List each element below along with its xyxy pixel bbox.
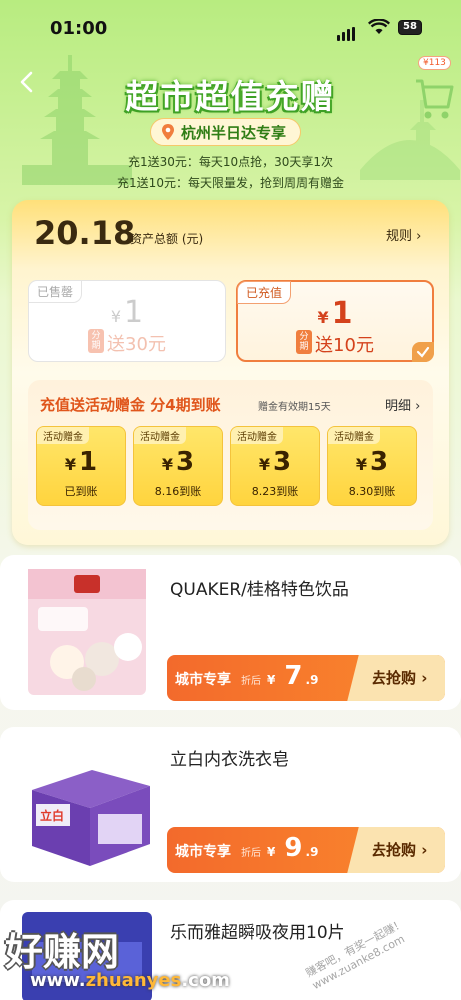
page-title: 超市超值充赠	[125, 77, 336, 116]
cart-price-badge: ¥113	[418, 56, 451, 70]
bonus-card-date: 8.23到账	[251, 485, 299, 498]
rules-link[interactable]: 规则 ›	[386, 225, 421, 244]
status-time: 01:00	[50, 18, 108, 39]
product-name: QUAKER/桂格特色饮品	[170, 580, 349, 600]
watermark-logo: 好赚网	[5, 930, 120, 974]
bonus-card: 活动赠金 ¥3 8.16到账	[133, 426, 223, 506]
recharge-option-selected[interactable]: 已充值 ¥1 分期 送10元	[236, 280, 434, 362]
location-pill: 杭州半日达专享	[150, 118, 302, 146]
bonus-card-amount: ¥1	[64, 447, 98, 477]
bonus-detail-link[interactable]: 明细 ›	[385, 395, 420, 414]
discount-label: 折后	[241, 676, 261, 687]
city-exclusive-label: 城市专享	[175, 844, 231, 860]
selected-check-icon	[412, 342, 434, 362]
bonus-panel-title: 充值送活动赠金 分4期到账	[40, 396, 221, 414]
bonus-card: 活动赠金 ¥3 8.30到账	[327, 426, 417, 506]
option-gift: 分期 送30元	[29, 329, 225, 356]
option-gift: 分期 送10元	[238, 330, 432, 357]
discount-label: 折后	[241, 848, 261, 859]
city-exclusive-label: 城市专享	[175, 672, 231, 688]
bonus-card-tag: 活动赠金	[328, 427, 380, 444]
total-assets-amount: 20.18	[34, 214, 136, 252]
product-card[interactable]: 立白 立白内衣洗衣皂 城市专享 折后 ¥ 9.9 去抢购 ›	[0, 727, 461, 882]
recharge-card: 20.18 资产总额 (元) 规则 › 已售罄 ¥1 分期 送30元 已充值 ¥1…	[12, 200, 449, 545]
bonus-card-amount: ¥3	[161, 447, 195, 477]
location-pin-icon	[162, 124, 174, 140]
option-price: ¥1	[317, 296, 353, 331]
option-price: ¥1	[110, 295, 144, 330]
bonus-card: 活动赠金 ¥1 已到账	[36, 426, 126, 506]
cellular-signal-icon	[337, 22, 357, 41]
product-card[interactable]: QUAKER/桂格特色饮品 城市专享 折后 ¥ 7.9 去抢购 ›	[0, 555, 461, 710]
product-name: 乐而雅超瞬吸夜用10片	[170, 923, 345, 943]
bonus-card-date: 8.30到账	[348, 485, 396, 498]
bonus-card-amount: ¥3	[355, 447, 389, 477]
product-image-oat-drink	[28, 569, 146, 695]
battery-icon: 58	[398, 20, 422, 35]
site-watermark: 好赚网 www.zhuanyes.com 赚客吧，有奖一起赚！www.zuank…	[0, 917, 461, 1000]
watermark-url: www.zhuanyes.com	[30, 970, 230, 991]
bonus-card-tag: 活动赠金	[134, 427, 186, 444]
bonus-card-amount: ¥3	[258, 447, 292, 477]
product-image-laundry-soap: 立白	[32, 770, 150, 866]
grab-button[interactable]: 去抢购 ›	[363, 655, 445, 701]
product-price: ¥ 9.9	[267, 833, 319, 863]
total-assets-label: 资产总额 (元)	[130, 232, 204, 246]
location-label: 杭州半日达专享	[181, 123, 287, 142]
promo-line: 充1送10元：每天限量发，抢到周周有赠金	[117, 176, 344, 190]
bonus-card-tag: 活动赠金	[231, 427, 283, 444]
svg-text:立白: 立白	[40, 808, 64, 823]
product-name: 立白内衣洗衣皂	[170, 750, 289, 770]
bonus-installment-panel: 充值送活动赠金 分4期到账 赠金有效期15天 明细 › 活动赠金 ¥1 已到账 …	[28, 380, 433, 530]
bonus-card-date: 已到账	[64, 485, 98, 498]
bonus-validity-note: 赠金有效期15天	[258, 402, 331, 413]
buy-bar[interactable]: 城市专享 折后 ¥ 9.9 去抢购 ›	[167, 827, 445, 873]
installment-tag: 分期	[296, 330, 313, 354]
bonus-card: 活动赠金 ¥3 8.23到账	[230, 426, 320, 506]
buy-bar[interactable]: 城市专享 折后 ¥ 7.9 去抢购 ›	[167, 655, 445, 701]
recharge-option-sold-out[interactable]: 已售罄 ¥1 分期 送30元	[28, 280, 226, 362]
wifi-icon	[368, 19, 390, 34]
promo-line: 充1送30元：每天10点抢，30天享1次	[127, 155, 334, 169]
installment-tag: 分期	[88, 329, 105, 353]
grab-button[interactable]: 去抢购 ›	[363, 827, 445, 873]
product-price: ¥ 7.9	[267, 661, 319, 691]
bonus-card-tag: 活动赠金	[37, 427, 89, 444]
bonus-card-date: 8.16到账	[154, 485, 202, 498]
